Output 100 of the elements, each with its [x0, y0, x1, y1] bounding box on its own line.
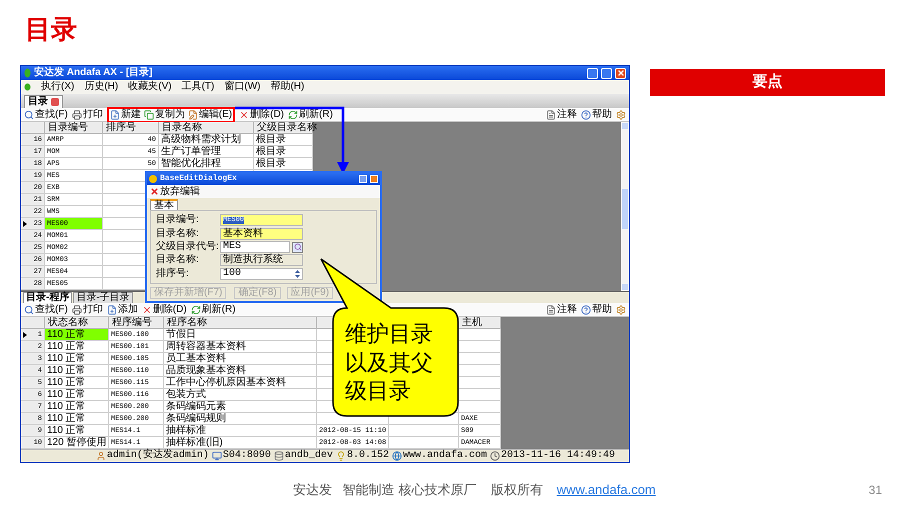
- input-field[interactable]: 基本资料: [220, 228, 303, 240]
- settings-icon[interactable]: [616, 304, 626, 314]
- column-header[interactable]: 排序号: [103, 122, 159, 134]
- toolbar-button[interactable]: 查找(F): [24, 304, 68, 314]
- search-icon: [24, 110, 34, 120]
- table-cell: 110 正常: [45, 341, 109, 353]
- toolbar-button[interactable]: 帮助: [581, 304, 612, 314]
- table-cell: [389, 425, 459, 437]
- table-cell: 条码编码元素: [164, 401, 317, 413]
- database-icon: [274, 451, 284, 461]
- toolbar-button[interactable]: 注释: [546, 304, 577, 314]
- copy-icon: [144, 110, 154, 120]
- settings-icon[interactable]: [616, 110, 626, 120]
- globe-icon: [392, 451, 402, 461]
- note-icon: [546, 304, 556, 314]
- tab[interactable]: 目录-程序: [23, 292, 72, 303]
- user-icon: [96, 451, 106, 461]
- menu-item[interactable]: 执行(X): [41, 82, 74, 92]
- page-number: 31: [868, 482, 882, 499]
- column-header[interactable]: 程序编号: [109, 317, 164, 329]
- column-header[interactable]: 目录名称: [159, 122, 254, 134]
- field-label: 父级目录代号:: [156, 242, 220, 252]
- toolbar-button[interactable]: 刷新(R): [190, 304, 236, 314]
- toolbar-button[interactable]: 新建: [110, 110, 141, 120]
- toolbar-button[interactable]: 打印: [72, 110, 103, 120]
- menu-item[interactable]: 收藏夹(V): [128, 82, 172, 92]
- column-header[interactable]: 程序名称: [164, 317, 317, 329]
- menu-item[interactable]: 帮助(H): [270, 82, 304, 92]
- monitor-icon: [212, 451, 222, 461]
- maximize-button[interactable]: [359, 175, 367, 183]
- corner-header: [21, 122, 45, 134]
- table-cell: [459, 401, 501, 413]
- close-button[interactable]: [370, 175, 378, 183]
- corner-header: [21, 317, 45, 329]
- table-cell: 110 正常: [45, 389, 109, 401]
- input-field[interactable]: MES: [220, 241, 290, 254]
- help-icon: [581, 304, 591, 314]
- scrollbar[interactable]: [621, 122, 629, 291]
- table-cell: 110 正常: [45, 353, 109, 365]
- info-icon: [149, 175, 157, 183]
- status-text: admin(安达发admin): [106, 451, 209, 461]
- table-cell: 生产订单管理: [159, 146, 254, 158]
- table-cell: 节假日: [164, 329, 317, 341]
- callout-text: 维护目录以及其父级目录: [345, 320, 434, 406]
- toolbar-button[interactable]: 刷新(R): [288, 110, 333, 120]
- delete-icon: [150, 187, 159, 196]
- footer-text: 安达发 智能制造 核心技术原厂 版权所有: [292, 481, 543, 500]
- menu-item[interactable]: 工具(T): [182, 82, 214, 92]
- discard-edit-button[interactable]: 放弃编辑: [150, 186, 200, 196]
- delete-icon: [239, 110, 250, 120]
- edit-icon: [188, 110, 198, 120]
- readonly-field: 制造执行系统: [220, 254, 303, 266]
- footer-link[interactable]: www.andafa.com: [556, 480, 656, 500]
- toolbar-button[interactable]: 复制为: [144, 110, 185, 120]
- delete-icon: [142, 304, 152, 314]
- tab[interactable]: 基本: [150, 199, 178, 210]
- status-text: 2013-11-16 14:49:49: [500, 451, 615, 461]
- minimize-button[interactable]: [587, 68, 598, 78]
- toolbar-button[interactable]: 打印: [72, 304, 103, 314]
- lookup-button[interactable]: [292, 242, 303, 253]
- table-cell: 根目录: [254, 146, 313, 158]
- menu-item[interactable]: 窗口(W): [224, 82, 260, 92]
- table-cell: 条码编码规则: [164, 413, 317, 425]
- refresh-icon: [190, 304, 201, 314]
- search-icon: [294, 243, 302, 252]
- toolbar-button[interactable]: 注释: [546, 110, 577, 120]
- document-tab[interactable]: 目录: [24, 95, 63, 108]
- new-file-icon: [106, 304, 117, 314]
- toolbar-button[interactable]: 编辑(E): [188, 110, 232, 120]
- spinner-icon[interactable]: [295, 270, 300, 278]
- table-cell: 110 正常: [45, 377, 109, 389]
- column-header[interactable]: 目录编号: [45, 122, 103, 134]
- toolbar-button[interactable]: 帮助: [581, 110, 612, 120]
- toolbar-button[interactable]: 添加: [106, 304, 138, 314]
- tab[interactable]: 目录-子目录: [73, 292, 133, 303]
- status-text: www.andafa.com: [402, 451, 487, 461]
- table-cell: 110 正常: [45, 365, 109, 377]
- help-icon: [581, 110, 591, 120]
- new-file-icon: [110, 110, 120, 120]
- number-field[interactable]: 100: [220, 268, 303, 280]
- column-header[interactable]: 主机: [459, 317, 501, 329]
- toolbar-button[interactable]: 查找(F): [24, 110, 68, 120]
- window-title: 安达发 Andafa AX - [目录]: [34, 68, 153, 78]
- tab-label: 目录: [28, 97, 48, 107]
- toolbar-button[interactable]: 删除(D): [239, 110, 284, 120]
- column-header[interactable]: 状态名称: [45, 317, 109, 329]
- slide-title: 目录: [25, 16, 77, 42]
- table-cell: 110 正常: [45, 329, 109, 341]
- close-button[interactable]: [615, 68, 626, 78]
- menu-item[interactable]: 历史(H): [84, 82, 118, 92]
- note-icon: [546, 110, 556, 120]
- table-cell: 工作中心停机原因基本资料: [164, 377, 317, 389]
- close-icon: [616, 69, 624, 77]
- tab-close-icon[interactable]: [51, 98, 59, 106]
- status-text: 8.0.152: [346, 451, 389, 461]
- lightbulb-icon: [336, 451, 346, 461]
- toolbar-button[interactable]: 删除(D): [142, 304, 187, 314]
- table-cell: 110 正常: [45, 425, 109, 437]
- printer-icon: [72, 304, 82, 314]
- maximize-button[interactable]: [601, 68, 612, 78]
